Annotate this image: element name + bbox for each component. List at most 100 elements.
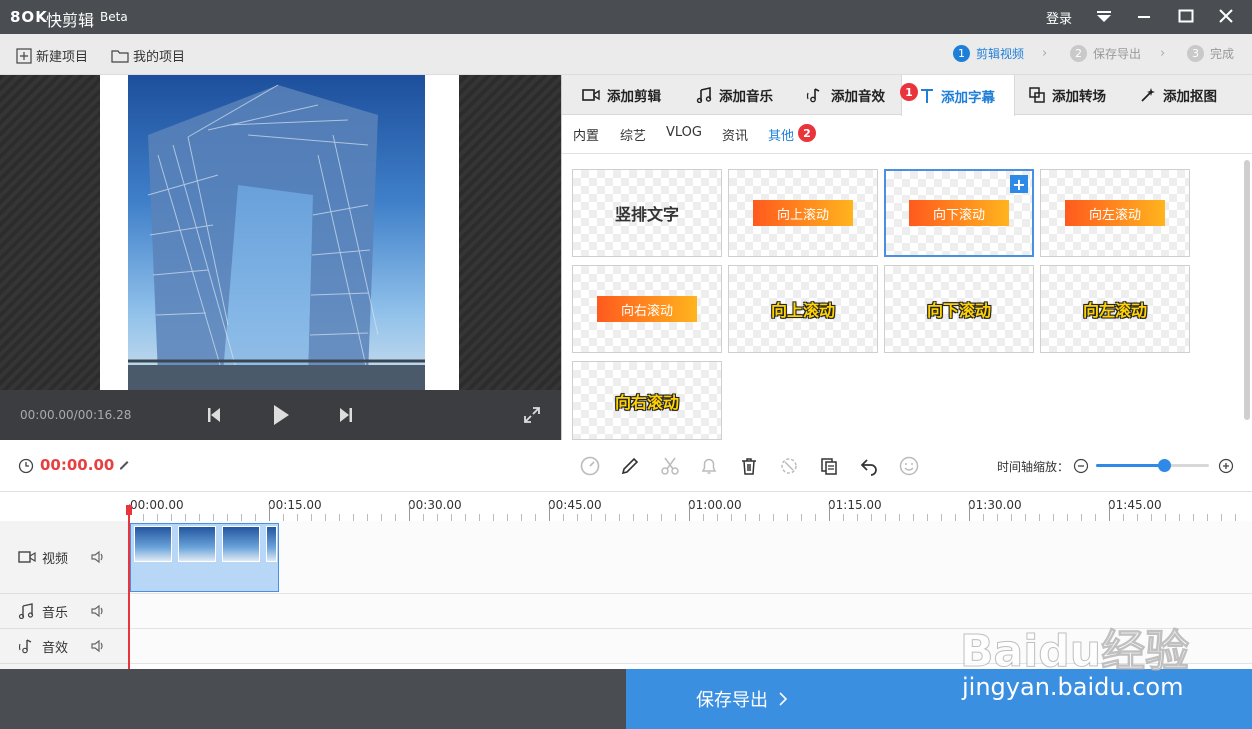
- ruler-tick: [1179, 514, 1180, 521]
- subtab-builtin[interactable]: 内置: [573, 125, 599, 144]
- playback-bar: 00:00.00/00:16.28: [0, 390, 561, 440]
- text-t-icon: [921, 88, 933, 103]
- pencil-icon[interactable]: [618, 455, 642, 477]
- clip-thumbnail: [134, 526, 172, 562]
- tab-add-transition[interactable]: 添加转场: [1029, 75, 1106, 115]
- tab-add-sound-effect[interactable]: 添加音效: [806, 75, 885, 115]
- tab-add-clip[interactable]: 添加剪辑: [582, 75, 661, 115]
- step-number: 2: [1070, 45, 1087, 62]
- crop-rotate-icon[interactable]: [777, 455, 801, 477]
- close-icon[interactable]: [1214, 5, 1238, 27]
- play-icon[interactable]: [267, 402, 295, 428]
- tab-add-music[interactable]: 添加音乐: [696, 75, 773, 115]
- ruler-tick: [1151, 514, 1152, 521]
- trash-icon[interactable]: [737, 455, 761, 477]
- undo-icon[interactable]: [857, 455, 881, 477]
- sound-effect-icon: [806, 88, 820, 103]
- ruler-tick: [451, 514, 452, 521]
- subtitle-template-card[interactable]: 向右滚动: [572, 265, 722, 353]
- ruler-tick: [1053, 514, 1054, 521]
- video-preview: [0, 75, 561, 390]
- tab-add-subtitle[interactable]: 添加字幕: [901, 75, 1015, 116]
- tab-label: 添加音乐: [719, 89, 773, 105]
- template-text: 向右滚动: [597, 296, 697, 322]
- zoom-slider[interactable]: [1096, 459, 1209, 472]
- asset-panel: 添加剪辑 添加音乐 添加音效 添加字幕 1 添加转场 添加抠图 内置 综艺 VL…: [561, 75, 1252, 440]
- my-projects-button[interactable]: 我的项目: [111, 46, 185, 65]
- login-link[interactable]: 登录: [1046, 8, 1072, 27]
- fullscreen-icon[interactable]: [518, 402, 546, 428]
- ruler-tick: [871, 514, 872, 521]
- step-finish[interactable]: 3 完成: [1187, 45, 1234, 62]
- speaker-icon[interactable]: [90, 639, 106, 653]
- zoom-slider-handle[interactable]: [1157, 459, 1171, 472]
- menu-dropdown-icon[interactable]: [1092, 5, 1116, 27]
- ruler-tick: [759, 514, 760, 521]
- ruler-tick: [1193, 514, 1194, 521]
- video-clip[interactable]: [130, 523, 279, 592]
- bell-icon[interactable]: [697, 455, 721, 477]
- ruler-tick: [605, 514, 606, 521]
- minimize-icon[interactable]: [1132, 5, 1156, 27]
- ruler-tick: [1067, 514, 1068, 521]
- transition-icon: [1029, 87, 1045, 103]
- subtitle-template-card-selected[interactable]: 向下滚动 +: [884, 169, 1034, 257]
- track-video[interactable]: [128, 521, 1252, 594]
- timeline-toolbar: 00:00.00 时间轴缩放：: [0, 440, 1252, 492]
- track-label: 音效: [42, 640, 69, 656]
- speed-icon[interactable]: [578, 455, 602, 477]
- ruler-tick: [899, 514, 900, 521]
- emoji-sticker-icon[interactable]: [897, 455, 921, 477]
- step-label: 保存导出: [1093, 47, 1142, 61]
- subtitle-template-card[interactable]: 向下滚动: [884, 265, 1034, 353]
- watermark-brand: Baidu经验: [959, 626, 1190, 678]
- panel-tabs: 添加剪辑 添加音乐 添加音效 添加字幕 1 添加转场 添加抠图: [562, 75, 1252, 116]
- maximize-icon[interactable]: [1174, 5, 1198, 27]
- next-frame-icon[interactable]: [332, 402, 360, 428]
- ruler-label: 00:00.00: [130, 498, 184, 512]
- ruler-tick: [1081, 514, 1082, 521]
- subtitle-template-card[interactable]: 向上滚动: [728, 169, 878, 257]
- timeline-ruler[interactable]: 00:00.00 00:15.00 00:30.00 00:45.00 01:0…: [0, 492, 1252, 521]
- subtitle-template-card[interactable]: 向上滚动: [728, 265, 878, 353]
- speaker-icon[interactable]: [90, 604, 106, 618]
- new-project-button[interactable]: 新建项目: [16, 46, 88, 65]
- ruler-tick: [577, 514, 578, 521]
- ruler-tick: [731, 514, 732, 521]
- ruler-label: 01:00.00: [688, 498, 742, 512]
- scissors-icon[interactable]: [658, 455, 682, 477]
- tab-add-cutout[interactable]: 添加抠图: [1140, 75, 1217, 115]
- step-save-export[interactable]: 2 保存导出: [1070, 45, 1141, 62]
- template-text: 向左滚动: [1065, 200, 1165, 226]
- panel-scrollbar[interactable]: [1244, 160, 1250, 420]
- track-header-sound-effect: 音效: [0, 629, 128, 664]
- copy-icon[interactable]: [817, 455, 841, 477]
- chevron-right-icon: [779, 692, 788, 706]
- subtab-other[interactable]: 其他: [768, 125, 794, 144]
- speaker-icon[interactable]: [90, 550, 106, 564]
- ruler-tick: [563, 514, 564, 521]
- zoom-in-icon[interactable]: [1214, 455, 1238, 477]
- ruler-tick: [927, 514, 928, 521]
- subtitle-template-card[interactable]: 向右滚动: [572, 361, 722, 440]
- subtab-variety[interactable]: 综艺: [620, 125, 646, 144]
- app-logo: 8OK: [10, 8, 48, 26]
- ruler-tick: [339, 514, 340, 521]
- subtab-news[interactable]: 资讯: [722, 125, 748, 144]
- ruler-tick: [591, 514, 592, 521]
- previous-frame-icon[interactable]: [200, 402, 228, 428]
- current-time: 00:00.00: [40, 456, 115, 474]
- step-badge: 2: [798, 124, 816, 142]
- step-edit-video[interactable]: 1 剪辑视频: [953, 45, 1024, 62]
- playhead[interactable]: [128, 505, 130, 669]
- clip-thumbnail: [222, 526, 260, 562]
- subtitle-template-card[interactable]: 向左滚动: [1040, 169, 1190, 257]
- edit-time-icon[interactable]: [118, 458, 130, 474]
- add-template-button[interactable]: +: [1010, 175, 1028, 194]
- zoom-out-icon[interactable]: [1069, 455, 1093, 477]
- ruler-tick: [969, 504, 970, 521]
- subtitle-template-card[interactable]: 竖排文字: [572, 169, 722, 257]
- playhead-marker[interactable]: [126, 505, 132, 515]
- subtab-vlog[interactable]: VLOG: [666, 125, 702, 140]
- subtitle-template-card[interactable]: 向左滚动: [1040, 265, 1190, 353]
